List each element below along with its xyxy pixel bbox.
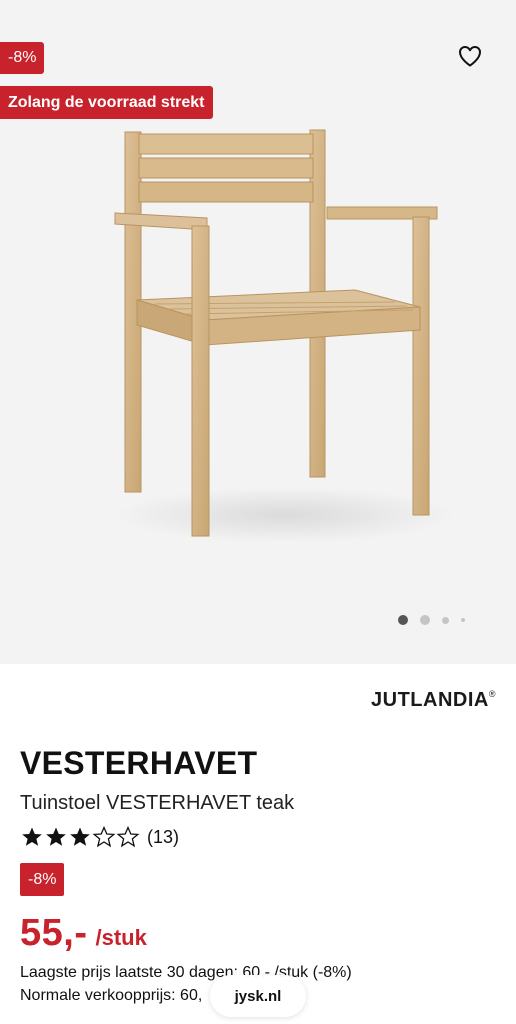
star-empty-icon bbox=[116, 825, 140, 848]
gallery-pagination bbox=[398, 612, 482, 628]
star-filled-icon bbox=[70, 827, 90, 846]
lowest-price-note: Laagste prijs laatste 30 dagen: 60,- /st… bbox=[20, 964, 352, 981]
normal-price-note: Normale verkoopprijs: 60, bbox=[20, 987, 203, 1004]
price-value: 55,- bbox=[20, 912, 88, 954]
gallery-dot[interactable] bbox=[398, 615, 408, 625]
gallery-dot[interactable] bbox=[420, 615, 430, 625]
gallery-dot[interactable] bbox=[442, 616, 449, 624]
price-discount-badge: -8% bbox=[20, 863, 65, 896]
brand-logo[interactable]: JUTLANDIA® bbox=[371, 689, 496, 712]
star-filled-icon bbox=[22, 827, 42, 846]
wishlist-button[interactable] bbox=[454, 40, 486, 72]
heart-outline-icon bbox=[459, 46, 481, 67]
product-image-chair bbox=[114, 129, 455, 543]
product-image-gallery[interactable]: -8% Zolang de voorraad strekt bbox=[0, 0, 516, 664]
registered-mark: ® bbox=[488, 689, 496, 699]
stock-limited-badge: Zolang de voorraad strekt bbox=[0, 86, 213, 119]
price-unit: /stuk bbox=[95, 925, 147, 950]
browser-url-pill[interactable]: jysk.nl bbox=[210, 975, 306, 1017]
product-rating[interactable]: (13) bbox=[20, 825, 179, 849]
star-filled-icon bbox=[46, 827, 66, 846]
product-subtitle: Tuinstoel VESTERHAVET teak bbox=[20, 792, 295, 814]
brand-name: JUTLANDIA bbox=[371, 689, 489, 711]
discount-badge: -8% bbox=[0, 42, 45, 74]
product-price: 55,- /stuk bbox=[20, 912, 147, 955]
star-empty-icon bbox=[92, 825, 116, 848]
review-count: (13) bbox=[147, 826, 180, 847]
product-title: VESTERHAVET bbox=[20, 745, 258, 781]
gallery-dot[interactable] bbox=[461, 618, 465, 622]
